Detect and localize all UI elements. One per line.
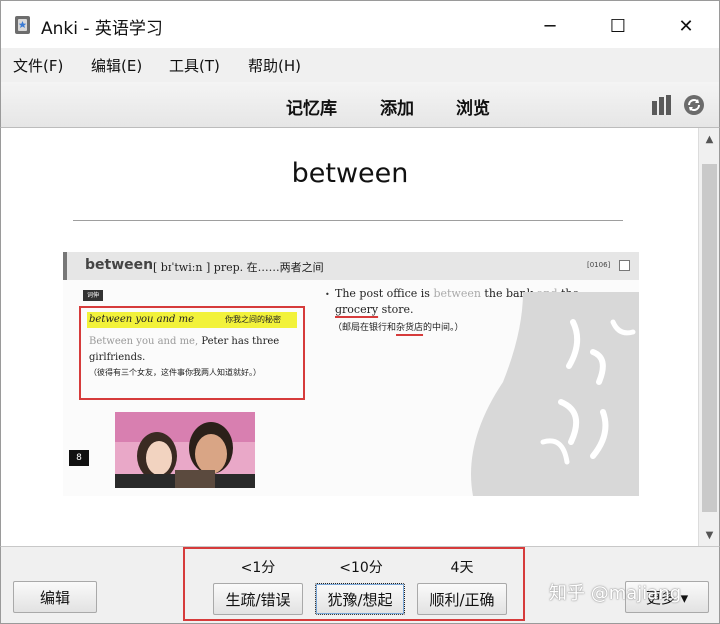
menu-help[interactable]: 帮助(H) bbox=[248, 55, 301, 76]
scroll-down-button[interactable]: ▼ bbox=[699, 524, 720, 546]
phrase-english: between you and me bbox=[89, 314, 195, 325]
example-two-chinese: （邮局在银行和杂货店的中间。） bbox=[333, 320, 464, 333]
example-two-underlined: grocery bbox=[335, 303, 379, 316]
main-toolbar: 记忆库 添加 浏览 bbox=[0, 82, 720, 128]
menu-bar: 文件(F) 编辑(E) 工具(T) 帮助(H) bbox=[0, 48, 720, 82]
maximize-icon: ☐ bbox=[609, 15, 627, 37]
interval-again: <1分 bbox=[240, 560, 276, 576]
toolbar-decks-link[interactable]: 记忆库 bbox=[286, 94, 337, 119]
page-number: 8 bbox=[69, 450, 89, 466]
maximize-button[interactable]: ☐ bbox=[595, 9, 641, 43]
calligraphy-illustration bbox=[471, 292, 639, 496]
scan-header: between [ bɪˈtwiːn ] prep. 在……两者之间 [0106… bbox=[63, 252, 639, 280]
scrollbar-thumb[interactable] bbox=[702, 164, 717, 512]
toolbar-browse-link[interactable]: 浏览 bbox=[456, 94, 490, 119]
interval-good: 4天 bbox=[450, 560, 474, 576]
scan-code: [0106] bbox=[587, 261, 611, 269]
example-two-cn-underlined: 杂货店 bbox=[396, 323, 424, 333]
scan-headword: between bbox=[85, 257, 154, 273]
content-scrollbar[interactable]: ▲ ▼ bbox=[698, 128, 720, 546]
answer-good-button[interactable]: 顺利/正确 bbox=[417, 583, 507, 615]
example-one-chinese: （彼得有三个女友，这件事你我两人知道就好。） bbox=[89, 368, 261, 377]
scroll-up-button[interactable]: ▲ bbox=[699, 128, 720, 150]
example-two-cn-a: （邮局在银行和 bbox=[333, 323, 397, 333]
example-one: Between you and me, Peter has three girl… bbox=[89, 334, 303, 366]
example-two-part-a: The post office is bbox=[335, 287, 434, 300]
answer-divider bbox=[73, 220, 623, 221]
stats-icon[interactable] bbox=[651, 95, 675, 115]
window-title: Anki - 英语学习 bbox=[41, 19, 163, 39]
menu-file[interactable]: 文件(F) bbox=[13, 55, 63, 76]
toolbar-add-link[interactable]: 添加 bbox=[380, 94, 414, 119]
minimize-icon: ─ bbox=[544, 15, 556, 37]
close-icon: ✕ bbox=[678, 15, 694, 37]
scroll-up-icon: ▲ bbox=[705, 133, 714, 145]
phrase-tag: 词伸 bbox=[83, 290, 103, 301]
example-two-cn-b: 的中间。） bbox=[423, 323, 464, 333]
answer-buttons-group: <1分 <10分 4天 生疏/错误 犹豫/想起 顺利/正确 bbox=[183, 547, 525, 621]
dictionary-scan-image: between [ bɪˈtwiːn ] prep. 在……两者之间 [0106… bbox=[63, 252, 639, 496]
review-bottom-bar: 编辑 <1分 <10分 4天 生疏/错误 犹豫/想起 顺利/正确 更多 ▾ 知乎… bbox=[0, 546, 720, 624]
anki-app-icon bbox=[15, 16, 30, 34]
watermark: 知乎 @majiang bbox=[549, 583, 682, 604]
sync-icon[interactable] bbox=[683, 94, 705, 116]
bullet-icon: • bbox=[325, 290, 330, 299]
minimize-button[interactable]: ─ bbox=[527, 9, 573, 43]
example-two-part-d: store. bbox=[378, 303, 414, 316]
close-button[interactable]: ✕ bbox=[663, 9, 709, 43]
answer-again-button[interactable]: 生疏/错误 bbox=[213, 583, 303, 615]
example-one-grey: Between you and me, bbox=[89, 336, 199, 347]
card-word: between bbox=[291, 158, 409, 189]
edit-button[interactable]: 编辑 bbox=[13, 581, 97, 613]
couple-photo bbox=[115, 412, 255, 488]
scan-pronunciation: [ bɪˈtwiːn ] prep. 在……两者之间 bbox=[153, 261, 324, 274]
card-content: between between [ bɪˈtwiːn ] prep. 在……两者… bbox=[0, 128, 698, 546]
menu-tools[interactable]: 工具(T) bbox=[169, 55, 220, 76]
interval-hard: <10分 bbox=[339, 560, 383, 576]
menu-edit[interactable]: 编辑(E) bbox=[91, 55, 142, 76]
phrase-highlight-box: between you and me 你我之间的秘密 Between you a… bbox=[79, 306, 305, 400]
answer-hard-button[interactable]: 犹豫/想起 bbox=[315, 583, 405, 615]
phrase-chinese: 你我之间的秘密 bbox=[225, 315, 281, 324]
title-bar: Anki - 英语学习 ─ ☐ ✕ bbox=[0, 0, 720, 48]
scan-checkbox-icon bbox=[619, 260, 630, 271]
scroll-down-icon: ▼ bbox=[705, 529, 714, 541]
